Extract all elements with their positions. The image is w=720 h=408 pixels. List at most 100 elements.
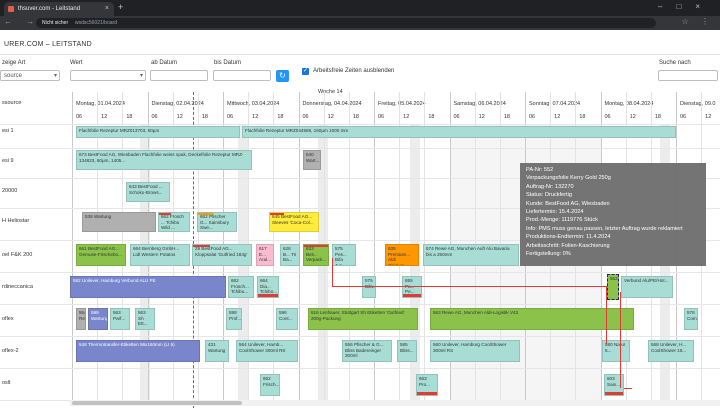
row-divider (0, 304, 720, 305)
job-bar[interactable]: 29 BestFood AG... Kloppsalat 'Gutfried 1… (192, 244, 252, 266)
job-bar[interactable]: 598 Prof... (226, 308, 242, 330)
grid-line (72, 92, 73, 402)
job-bar[interactable]: 564 Unilever, Hamb... CoolShower 300ml R… (236, 340, 298, 362)
job-bar[interactable]: 633 Bes... Verpack... (303, 244, 329, 266)
dependency-line (624, 388, 632, 389)
anzeige-art-value: source (4, 73, 23, 79)
ab-datum-label: ab Datum (151, 60, 178, 66)
hour-label: 18 (352, 114, 359, 120)
day-label: Montag, 01.04.2024 (76, 101, 125, 107)
job-bar[interactable]: 663 Pro... (416, 374, 438, 396)
job-bar[interactable]: Flachfolie Rezeptur MRZ044586, 160µm 100… (242, 126, 676, 138)
job-bar[interactable]: 540 Wart... (303, 150, 321, 170)
tab-close-icon[interactable]: × (105, 5, 109, 12)
arbeitsfrei-checkbox[interactable]: ✓ (302, 68, 309, 75)
hour-label: 06 (151, 114, 158, 120)
job-bar[interactable]: 574 Rewe AG, Munchen Auft Alu Bavaria bi… (423, 244, 519, 266)
job-bar[interactable]: 673 BestFood AG, Wiesbaden Flachfolie we… (76, 150, 252, 170)
job-bar[interactable]: 662 Frisch... (260, 374, 280, 396)
hour-label: 18 (579, 114, 586, 120)
job-bar[interactable]: 575 Bifa... (362, 276, 376, 298)
resource-label[interactable]: oflex (2, 316, 14, 322)
job-bar[interactable]: 585 Bliss... (397, 340, 417, 362)
job-bar[interactable]: 662 Frosch ... Tchibo Wild ... (158, 212, 190, 232)
suche-input[interactable] (658, 70, 718, 81)
row-divider (0, 336, 720, 337)
job-bar[interactable]: 643 BestFood ... Schoko-Brows... (126, 182, 170, 202)
anzeige-art-label: zeige Art (2, 60, 26, 66)
job-bar-selected[interactable]: 552 (607, 274, 619, 300)
arbeitsfrei-label: Arbeitsfreie Zeiten ausblenden (313, 68, 395, 74)
bis-datum-input[interactable] (213, 70, 271, 81)
scrollbar-thumb[interactable] (72, 401, 242, 405)
day-label: Montag, 08.04.2024 (604, 101, 654, 107)
address-bar[interactable] (36, 18, 656, 28)
job-bar[interactable]: 556 Pfischer & G... Bliss Badereinger 30… (342, 340, 392, 362)
job-bar[interactable]: 563 Sh Ett... (135, 308, 155, 330)
browser-tab[interactable]: thsuver.com - Leitstand × (4, 2, 114, 16)
job-bar[interactable]: 538 Wartung (82, 212, 156, 232)
job-bar[interactable]: 560 Unilever, Hamburg CoolShower 300ml R… (430, 340, 520, 362)
hour-label: 18 (126, 114, 133, 120)
job-bar[interactable]: Verbund Alu/PE/Hot... (621, 276, 673, 298)
ab-datum-input[interactable] (150, 70, 208, 81)
hour-label: 12 (629, 114, 636, 120)
window-controls[interactable]: –□× (658, 2, 714, 11)
resource-label[interactable]: oel F&K 200 (2, 252, 32, 258)
job-bar[interactable]: 431 Wartung (205, 340, 229, 362)
hour-label: 06 (227, 114, 234, 120)
job-bar[interactable]: 664 Bernberg GmbH... Lidl Western Potato… (130, 244, 190, 266)
hour-label: 12 (705, 114, 712, 120)
job-bar[interactable]: 616 Lenhauer, Stuttgart Sh Etiketten 'Gu… (308, 308, 418, 330)
job-bar[interactable]: 596 Cont... (276, 308, 298, 330)
job-bar[interactable]: 662 Pfischer G... Sainsbury Swe... (197, 212, 237, 232)
resource-label[interactable]: 20000 (2, 188, 17, 194)
hour-label: 18 (201, 114, 208, 120)
job-bar[interactable]: 568 Unilever, H... CoolShower 18... (648, 340, 694, 362)
row-divider (0, 368, 720, 369)
day-label: Donnerstag, 04.04.2024 (302, 101, 362, 107)
resource-label[interactable]: oflex-2 (2, 348, 19, 354)
hour-label: 12 (101, 114, 108, 120)
job-bar[interactable]: 563 Parf... (110, 308, 130, 330)
job-bar[interactable]: 662 Frosch... Tchibo... (228, 276, 254, 298)
tab-title: thsuver.com - Leitstand (18, 6, 81, 12)
tooltip-line: Info: PMS muss genau passen, letzter Auf… (526, 225, 683, 232)
resource-label[interactable]: oslt (2, 380, 11, 386)
job-bar[interactable]: 664 Dia... Tchibo... (257, 276, 279, 298)
job-bar[interactable]: 548 Thermotransfer-Etiketten 56x160mm (L… (76, 340, 200, 362)
resource-label[interactable]: H Heliostar (2, 218, 29, 224)
job-bar[interactable]: 661 BestFood AG... Gemuse-Frischebo... (76, 244, 126, 266)
job-bar[interactable]: 575 Pes... Bifa Jun... (332, 244, 356, 266)
browser-menu-icons[interactable]: ☆ ⋮ (682, 17, 714, 26)
wert-label: Wert (70, 60, 83, 66)
new-tab-button[interactable]: + (118, 2, 123, 12)
job-bar[interactable]: 645 BestFood AG... Sleeves 'Coca-Col... (269, 212, 319, 232)
resource-label[interactable]: esi 1 (2, 128, 14, 134)
job-bar[interactable]: 592 Unilever, Hamburg Verbund ALU PE (70, 276, 226, 298)
wert-select[interactable]: ▾ (70, 70, 146, 81)
hour-label: 06 (378, 114, 385, 120)
job-bar[interactable]: 603 Sain... (604, 374, 624, 396)
job-tooltip: PA-Nr: 552 Verpackungsfolie Kerry Gold 2… (520, 163, 706, 266)
job-bar[interactable]: 554 Ret... (76, 308, 86, 330)
job-bar[interactable]: 576 Com... (684, 308, 698, 330)
job-bar[interactable]: 617 E... Aral... (256, 244, 274, 266)
day-label: Dienstag, 02.04.2024 (151, 101, 204, 107)
tooltip-line: Verpackungsfolie Kerry Gold 250g (526, 175, 611, 182)
resource-label[interactable]: esi 9 (2, 158, 14, 164)
tooltip-line: Arbeitsschritt: Folien-Kaschierung (526, 242, 610, 249)
job-bar[interactable]: Flachfolie Rezeptur MRZ013703, 60µm (76, 126, 240, 138)
job-bar[interactable]: 563 Rewe AG, Munchen Aldi-Logistik V43 (430, 308, 634, 330)
job-bar[interactable]: 655 Pa... Pe... (402, 276, 422, 298)
refresh-button[interactable]: ↻ (276, 70, 289, 82)
row-divider (0, 148, 720, 149)
url-text[interactable]: wsdsc56021/board (75, 20, 117, 26)
anzeige-art-select[interactable]: source ▾ (0, 70, 60, 81)
day-label: Dienstag, 09.0 (680, 101, 716, 107)
day-label: Mittwoch, 03.04.2024 (227, 101, 280, 107)
resource-label[interactable]: rdineccanica (2, 284, 33, 290)
job-bar[interactable]: 599 Wartung (88, 308, 108, 330)
job-bar[interactable]: 635 Premium... Aldi Chicken... (385, 244, 419, 266)
job-bar[interactable]: 628 B... Tri Ba... (280, 244, 300, 266)
